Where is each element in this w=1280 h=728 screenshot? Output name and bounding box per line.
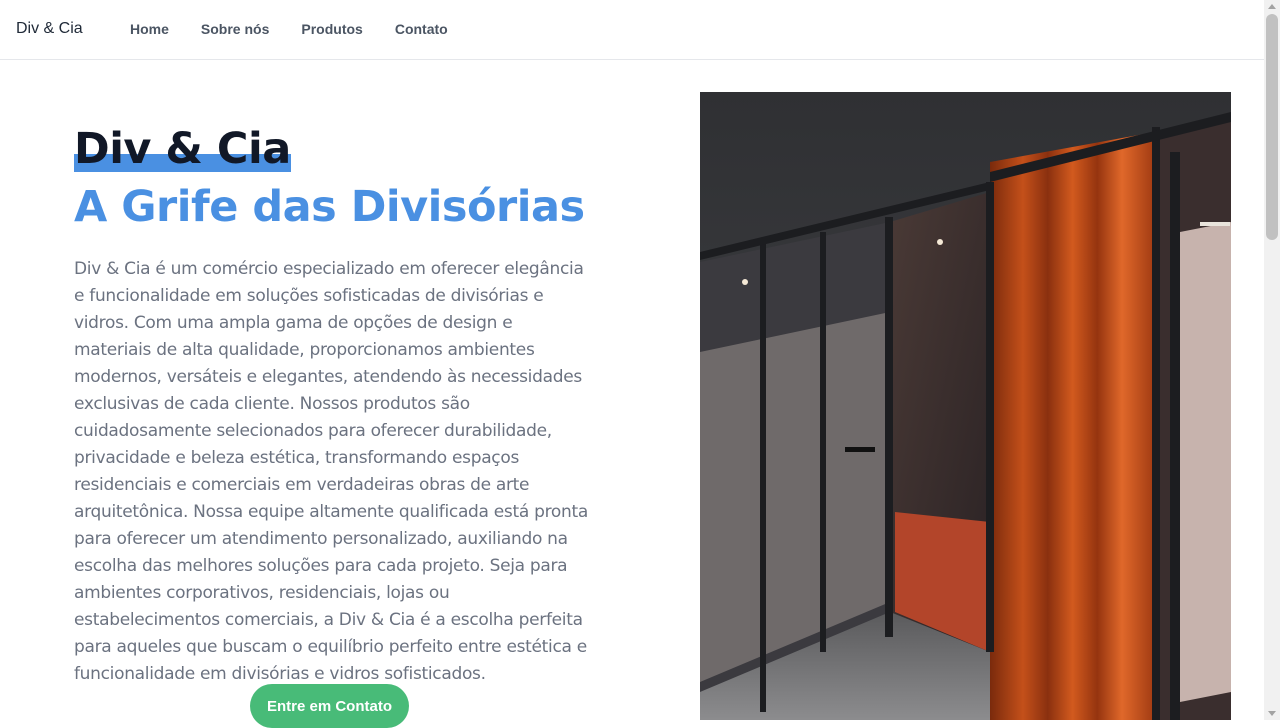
contact-cta-button[interactable]: Entre em Contato xyxy=(250,684,409,728)
scroll-thumb[interactable] xyxy=(1266,14,1278,240)
hero-image-office-glass-partition xyxy=(700,92,1231,720)
page-scrollbar[interactable] xyxy=(1264,0,1280,720)
hero-description: Div & Cia é um comércio especializado em… xyxy=(74,259,588,684)
brand-logo[interactable]: Div & Cia xyxy=(16,20,83,38)
nav-links: Home Sobre nós Produtos Contato xyxy=(130,21,480,37)
scroll-down-arrow-icon[interactable] xyxy=(1268,711,1276,716)
hero-title-brand: Div & Cia xyxy=(74,120,291,178)
hero-title-tagline: A Grife das Divisórias xyxy=(74,182,585,232)
nav-link-sobre-nos[interactable]: Sobre nós xyxy=(201,21,269,37)
hero-title-brand-text: Div & Cia xyxy=(74,124,291,174)
top-navbar: Div & Cia Home Sobre nós Produtos Contat… xyxy=(0,0,1264,60)
nav-link-home[interactable]: Home xyxy=(130,21,169,37)
scroll-up-arrow-icon[interactable] xyxy=(1268,4,1276,9)
hero-title: Div & Cia A Grife das Divisórias xyxy=(74,120,585,236)
nav-link-produtos[interactable]: Produtos xyxy=(301,21,362,37)
nav-link-contato[interactable]: Contato xyxy=(395,21,448,37)
